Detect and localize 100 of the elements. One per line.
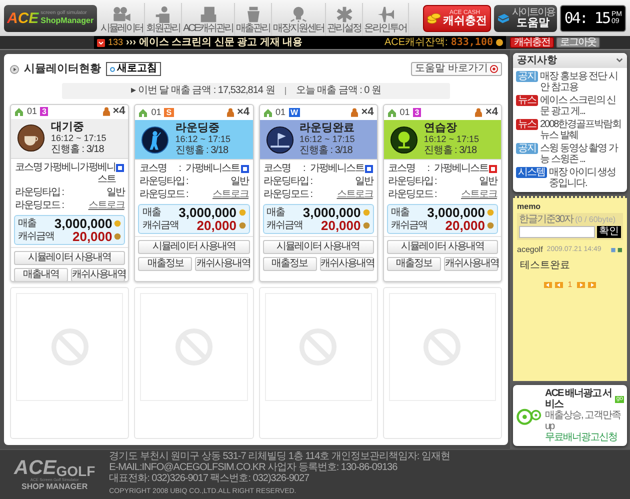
round-mode-link[interactable]: 스트로크 <box>461 189 497 201</box>
status-label: 라운딩중 <box>175 123 220 134</box>
footer-product: SHOP MANAGER <box>22 483 88 491</box>
cash-amount: 20,000 <box>72 230 112 242</box>
person-icon <box>226 108 234 117</box>
month-sales: ▸ 이번 달 매출 금액 : 17,532,814 원 <box>130 86 275 96</box>
field-label: 라운딩모드 : <box>388 189 436 201</box>
memo-text: 테스트완료 <box>519 259 571 273</box>
banner-link[interactable]: 무료배너광고신청 <box>545 432 624 443</box>
refresh-button[interactable]: 새로고침 <box>106 62 161 76</box>
field-label: 라운딩모드 : <box>15 200 64 212</box>
course-name: 가펑베니가펑베니스트 <box>42 162 116 186</box>
coffee-cup-icon <box>17 124 45 152</box>
cash-amount: 20,000 <box>320 219 361 232</box>
field-label: 라운딩모드 : <box>264 189 312 201</box>
sales-amount: 3,000,000 <box>53 216 112 230</box>
field-label: 라운딩타입 : <box>264 176 312 188</box>
action-button[interactable]: 캐쉬사용내역 <box>195 257 250 271</box>
round-mode-link[interactable]: 스트로크 <box>336 189 373 201</box>
ticker-headline[interactable]: ››› 에이스 스크린의 신문 광고 게재 내용 <box>126 38 303 48</box>
coins-icon <box>426 11 441 25</box>
person-icon <box>154 6 172 23</box>
recharge-button[interactable]: 캐쉬충전 <box>510 37 554 48</box>
room-number: 01 <box>27 105 38 118</box>
room-number: 01 <box>400 106 410 119</box>
cash-amount: 20,000 <box>196 219 236 232</box>
logo-brand: ACE <box>7 10 39 26</box>
status-label: 라운딩완료 <box>300 123 355 134</box>
status-label: 대기중 <box>51 122 85 132</box>
action-button[interactable]: 매출내역 <box>14 268 68 281</box>
house-icon <box>386 108 397 118</box>
notice-tag: 뉴스 <box>516 95 538 106</box>
round-mode-link[interactable]: 스트로크 <box>88 200 124 212</box>
memo-title: memo <box>517 203 542 211</box>
banner-title: ACE 배너광고 서비스 <box>545 388 613 410</box>
ticker-count: 133 <box>108 38 124 47</box>
session-time: 16:12 ~ 17:15 <box>300 134 355 145</box>
hole-progress: 진행홀 : 3/18 <box>51 144 105 154</box>
company-info: 대표전화: 032)326-9017 팩스번호: 032)326-9027 <box>109 474 310 484</box>
memo-input[interactable] <box>519 226 595 238</box>
field-value: 일반 <box>106 186 124 198</box>
field-label: 코스명 : <box>139 163 180 175</box>
house-icon <box>262 108 272 118</box>
room-number: 01 <box>276 106 286 119</box>
action-button[interactable]: 캐쉬사용내역 <box>444 257 498 271</box>
panel-heading: 공지사항 <box>517 54 557 68</box>
notice-link[interactable]: 매장 아이디 생성 중입니다. <box>549 167 624 189</box>
action-button[interactable]: 캐쉬사용내역 <box>320 257 374 271</box>
house-icon <box>14 106 24 117</box>
byte-counter: (0 / 60byte) <box>575 216 616 224</box>
notice-tag: 공지 <box>516 143 538 154</box>
field-label: 라운딩타입 : <box>139 176 188 188</box>
field-label: 라운딩타입 : <box>388 176 436 188</box>
house-icon <box>138 108 148 118</box>
session-time: 16:12 ~ 17:15 <box>175 134 231 145</box>
course-name: 가펑베니스트 <box>434 163 488 175</box>
notice-link[interactable]: 스윙 동영상 촬영 가능 스윙존 ... <box>540 143 624 165</box>
money-label: 매출 <box>390 206 409 220</box>
notice-tag: 뉴스 <box>516 119 538 130</box>
help-link-button[interactable]: 도움말 바로가기 <box>411 62 502 76</box>
cash-amount: 20,000 <box>445 219 485 232</box>
action-button[interactable]: 시뮬레이터 사용내역 <box>386 240 498 254</box>
hole-progress: 진행홀 : 3/18 <box>175 145 230 156</box>
notice-link[interactable]: 에이스 스크린의 신문 광고 게... <box>540 95 624 117</box>
action-button[interactable]: 시뮬레이터 사용내역 <box>138 240 250 254</box>
notice-tag: 시스템 <box>516 167 547 178</box>
field-value: 일반 <box>230 176 248 188</box>
notice-link[interactable]: 매장 홍보용 전단 시안 참고용 <box>540 71 624 93</box>
action-button[interactable]: 매출정보 <box>386 257 441 271</box>
money-label: 캐쉬금액 <box>18 230 54 244</box>
action-button[interactable]: 캐쉬사용내역 <box>71 268 126 281</box>
action-button[interactable]: 시뮬레이터 사용내역 <box>262 240 374 254</box>
panel-title: 시뮬레이터현황 <box>24 62 101 77</box>
sales-amount: 3,000,000 <box>178 206 236 219</box>
logo-product: ShopManager <box>40 17 94 25</box>
action-button[interactable]: 매출정보 <box>262 257 317 271</box>
field-value: 일반 <box>354 176 373 188</box>
money-label: 캐쉬금액 <box>390 219 427 233</box>
course-name: 가펑베니스트 <box>186 163 240 175</box>
money-label: 캐쉬금액 <box>142 219 178 233</box>
confirm-button[interactable]: 확인 <box>597 226 621 238</box>
player-count: ×4 <box>485 107 498 118</box>
hole-progress: 진행홀 : 3/18 <box>300 145 354 156</box>
coin-icon <box>496 39 503 46</box>
action-button[interactable]: 시뮬레이터 사용내역 <box>14 250 126 264</box>
player-count: ×4 <box>236 107 250 118</box>
today-sales: 오늘 매출 금액 : 0 원 <box>296 86 381 96</box>
player-count: ×4 <box>361 107 374 118</box>
flag-icon <box>266 126 294 154</box>
round-mode-link[interactable]: 스트로크 <box>212 189 248 201</box>
memo-hint: 한글기준30자 <box>519 215 574 225</box>
chevron-down-icon <box>616 57 623 64</box>
notice-link[interactable]: 2008한경골프박람회 뉴스 발췌 <box>540 119 624 141</box>
action-button[interactable]: 매출정보 <box>138 257 192 271</box>
field-label: 코스명 : <box>388 163 429 175</box>
help-button[interactable]: 사이트이용 도움말 <box>494 4 558 32</box>
money-label: 매출 <box>18 216 36 230</box>
airplane-icon <box>376 6 394 23</box>
memo-author: acegolf <box>517 244 543 256</box>
footer-brand-suffix: GOLF <box>56 464 96 478</box>
